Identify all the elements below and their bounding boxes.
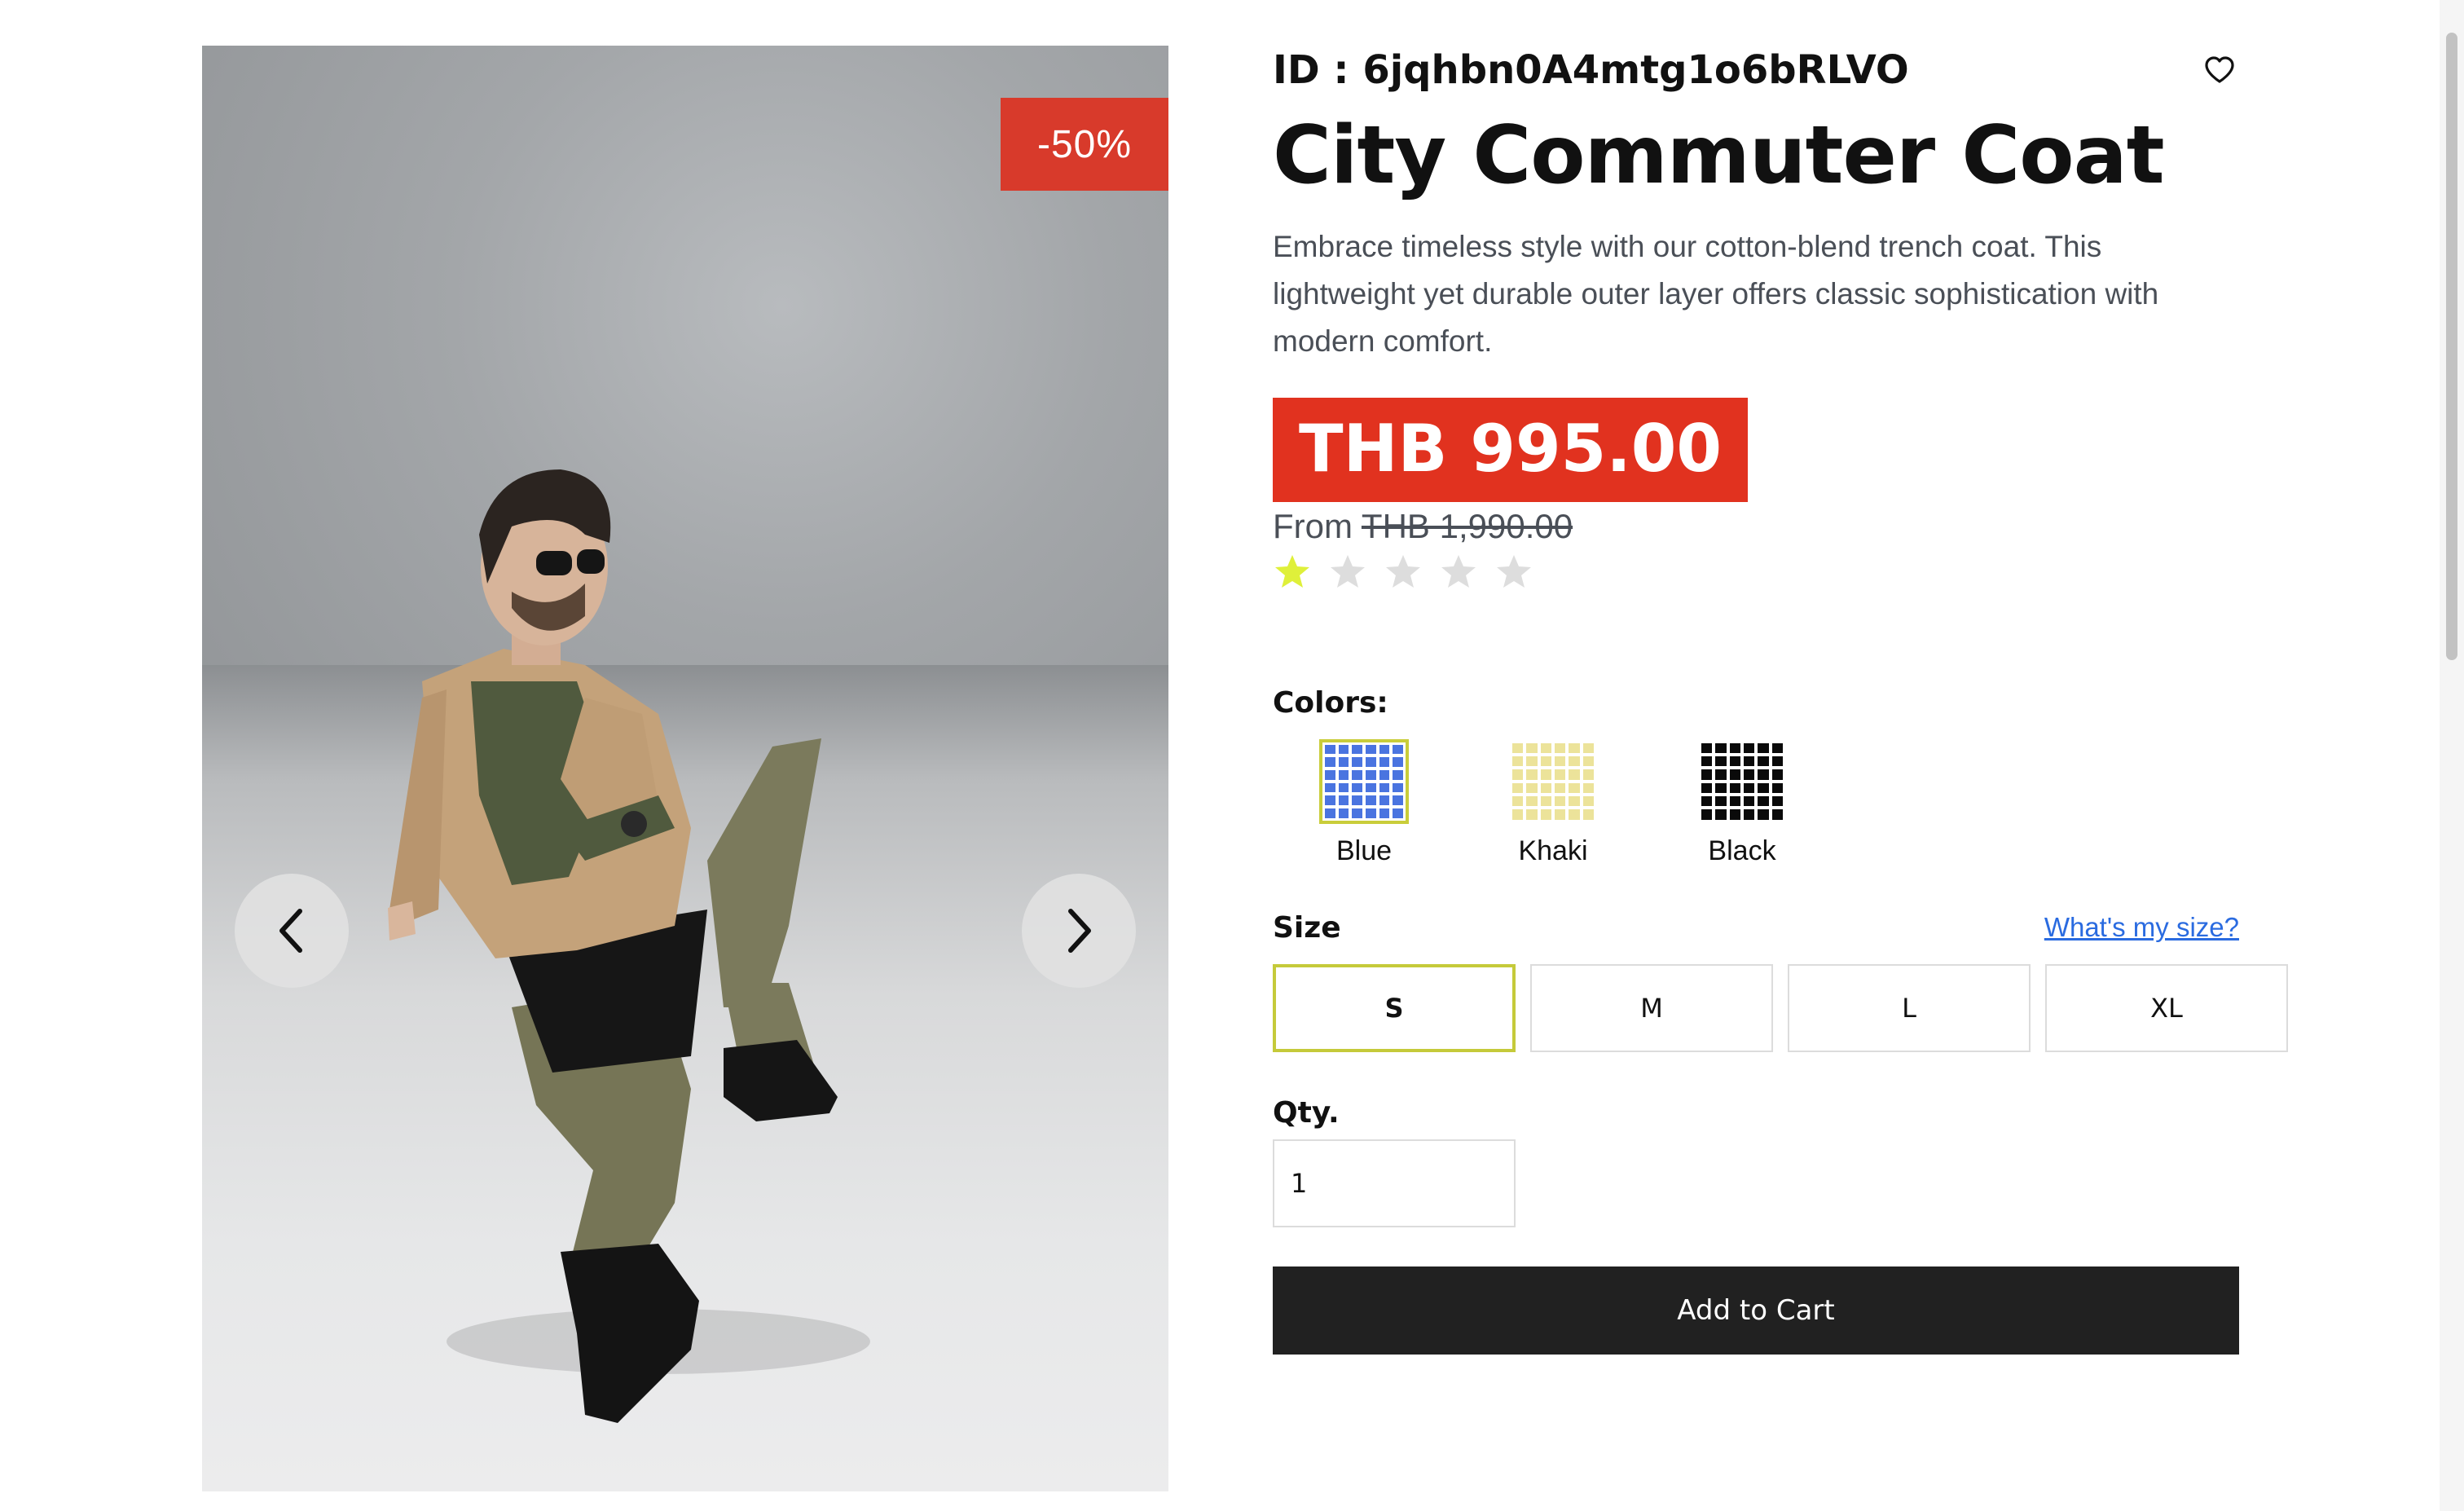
color-swatch [1508, 739, 1598, 824]
chevron-right-icon [1068, 909, 1091, 953]
color-label: Black [1708, 835, 1776, 866]
qty-label: Qty. [1273, 1095, 1340, 1130]
size-option-xl[interactable]: XL [2045, 963, 2288, 1052]
discount-badge: -50% [1001, 98, 1168, 191]
star-icon [1275, 554, 1309, 588]
from-label: From [1273, 506, 1353, 545]
id-row: ID : 6jqhbn0A4mtg1o6bRLVO [1273, 46, 2239, 95]
quantity-input[interactable] [1273, 1139, 1516, 1227]
color-swatch [1319, 738, 1409, 824]
page-scrollbar[interactable] [2440, 0, 2464, 1511]
size-options: S M L XL [1273, 963, 2288, 1052]
scrollbar-thumb[interactable] [2446, 33, 2457, 660]
size-option-l[interactable]: L [1788, 963, 2031, 1052]
color-swatch [1697, 739, 1787, 824]
previous-image-button[interactable] [235, 874, 349, 988]
original-price-row: From THB 1,990.00 [1273, 507, 2239, 546]
star-icon [1331, 554, 1365, 588]
size-header: Size What's my size? [1273, 911, 2239, 945]
star-icon [1497, 554, 1531, 588]
size-option-s[interactable]: S [1273, 963, 1516, 1052]
add-to-cart-button[interactable]: Add to Cart [1273, 1266, 2239, 1355]
product-id: ID : 6jqhbn0A4mtg1o6bRLVO [1273, 47, 1909, 93]
product-title: City Commuter Coat [1273, 109, 2165, 202]
color-option-black[interactable]: Black [1680, 739, 1804, 867]
next-image-button[interactable] [1022, 874, 1136, 988]
heart-icon [2205, 56, 2234, 83]
rating-stars [1273, 553, 2239, 592]
star-icon [1441, 554, 1476, 588]
color-label: Blue [1335, 835, 1393, 866]
product-image-gallery: -50% [202, 46, 1168, 1491]
original-price: THB 1,990.00 [1361, 506, 1573, 545]
star-icon [1386, 554, 1420, 588]
chevron-left-icon [279, 909, 302, 953]
colors-label: Colors: [1273, 685, 1388, 720]
product-details: ID : 6jqhbn0A4mtg1o6bRLVO City Commuter … [1273, 46, 2288, 1355]
color-swatches: Blue Khaki Black [1302, 738, 2239, 867]
color-option-blue[interactable]: Blue [1302, 738, 1426, 867]
wishlist-button[interactable] [2200, 51, 2239, 90]
size-label: Size [1273, 910, 1341, 945]
sale-price: THB 995.00 [1273, 397, 1749, 502]
color-label: Khaki [1518, 835, 1588, 866]
size-option-m[interactable]: M [1530, 963, 1773, 1052]
size-guide-link[interactable]: What's my size? [2044, 912, 2239, 943]
product-description: Embrace timeless style with our cotton-b… [1273, 229, 2159, 358]
color-option-khaki[interactable]: Khaki [1491, 739, 1615, 867]
product-photo [388, 469, 870, 1423]
